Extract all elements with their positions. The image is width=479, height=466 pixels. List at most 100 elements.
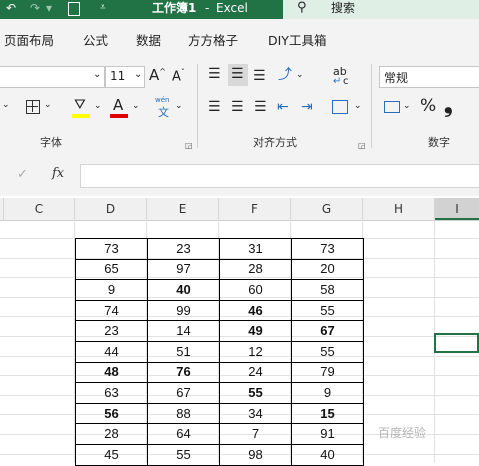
column-header-g[interactable]: G — [291, 198, 363, 220]
table-cell[interactable]: 12 — [219, 340, 292, 363]
increase-font-button[interactable]: A^ — [149, 66, 166, 84]
table-cell[interactable]: 64 — [147, 423, 220, 445]
undo-icon[interactable]: ↶ — [6, 0, 16, 16]
table-cell[interactable]: 91 — [291, 423, 364, 445]
font-dialog-launcher-icon[interactable]: ◲ — [185, 141, 193, 150]
table-cell[interactable]: 58 — [291, 279, 364, 301]
table-cell[interactable]: 49 — [219, 320, 292, 342]
table-cell[interactable]: 74 — [75, 299, 148, 322]
table-cell[interactable]: 14 — [147, 320, 220, 342]
enter-check-icon[interactable]: ✓ — [17, 167, 28, 182]
tab-diy-toolbox[interactable]: DIY工具箱 — [268, 30, 326, 49]
table-cell[interactable]: 15 — [291, 402, 364, 425]
accounting-format-button[interactable] — [384, 101, 400, 113]
fill-color-button[interactable]: ⛛ — [74, 97, 86, 113]
align-bottom-button[interactable]: ☰ — [253, 68, 266, 84]
chevron-down-icon[interactable]: ⌄ — [44, 100, 52, 110]
chevron-down-icon[interactable]: ⌄ — [132, 101, 140, 111]
font-name-dropdown[interactable]: ⌄ — [0, 66, 105, 88]
column-header-i[interactable]: I — [435, 198, 479, 220]
table-cell[interactable]: 44 — [75, 340, 148, 363]
table-row: 23 14 49 67 — [75, 320, 364, 342]
font-size-dropdown[interactable]: 11 ⌄ — [105, 66, 145, 88]
phonetic-guide-button[interactable]: 文 — [158, 104, 169, 120]
insert-function-button[interactable]: fx — [52, 166, 64, 181]
tab-page-layout[interactable]: 页面布局 — [4, 30, 54, 49]
table-cell[interactable]: 55 — [291, 340, 364, 363]
redo-dropdown-icon[interactable]: ▾ — [46, 0, 52, 16]
table-cell[interactable]: 51 — [147, 340, 220, 363]
tab-fangfang[interactable]: 方方格子 — [188, 30, 238, 49]
chevron-down-icon[interactable]: ⌄ — [2, 100, 10, 110]
merge-center-button[interactable] — [332, 100, 348, 114]
table-cell[interactable]: 98 — [219, 443, 292, 466]
table-cell[interactable]: 97 — [147, 258, 220, 281]
search-icon: ⚲ — [297, 0, 307, 15]
table-cell[interactable]: 23 — [147, 238, 220, 260]
table-cell[interactable]: 67 — [291, 320, 364, 342]
percent-button[interactable]: % — [420, 96, 436, 116]
align-center-button[interactable]: ☰ — [231, 99, 244, 115]
align-top-button[interactable]: ☰ — [208, 66, 221, 82]
decrease-font-button[interactable]: Aˇ — [172, 68, 185, 84]
table-cell[interactable]: 46 — [219, 299, 292, 322]
align-left-button[interactable]: ☰ — [208, 99, 221, 115]
formula-input[interactable] — [80, 164, 479, 188]
column-header-f[interactable]: F — [219, 198, 291, 220]
table-cell[interactable]: 45 — [75, 443, 148, 466]
file-icon[interactable] — [68, 2, 80, 16]
column-header-c[interactable]: C — [4, 198, 75, 220]
table-cell[interactable]: 67 — [147, 382, 220, 404]
number-format-dropdown[interactable]: 常规 — [379, 66, 479, 88]
table-cell[interactable]: 73 — [291, 238, 364, 260]
orientation-button[interactable]: ⤴ — [278, 64, 292, 84]
table-cell[interactable]: 48 — [75, 361, 148, 384]
table-cell[interactable]: 7 — [219, 423, 292, 445]
table-cell[interactable]: 40 — [291, 443, 364, 466]
chevron-down-icon[interactable]: ⌄ — [296, 70, 304, 80]
active-cell[interactable] — [434, 333, 479, 353]
align-right-button[interactable]: ☰ — [254, 99, 267, 115]
table-cell[interactable]: 79 — [291, 361, 364, 384]
chevron-down-icon[interactable]: ⌄ — [175, 101, 183, 111]
table-cell[interactable]: 55 — [291, 299, 364, 322]
chevron-down-icon[interactable]: ⌄ — [354, 101, 362, 111]
column-header-e[interactable]: E — [147, 198, 219, 220]
decrease-indent-button[interactable]: ⇤ — [277, 99, 289, 115]
table-cell[interactable]: 99 — [147, 299, 220, 322]
table-cell[interactable]: 88 — [147, 402, 220, 425]
table-cell[interactable]: 34 — [219, 402, 292, 425]
table-cell[interactable]: 23 — [75, 320, 148, 342]
table-cell[interactable]: 55 — [219, 382, 292, 404]
font-color-button[interactable]: A — [113, 96, 123, 114]
table-cell[interactable]: 31 — [219, 238, 292, 260]
table-cell[interactable]: 28 — [219, 258, 292, 281]
column-header-d[interactable]: D — [75, 198, 147, 220]
table-cell[interactable]: 73 — [75, 238, 148, 260]
comma-button[interactable]: ❟ — [444, 93, 453, 118]
table-cell[interactable]: 63 — [75, 382, 148, 404]
table-cell[interactable]: 76 — [147, 361, 220, 384]
tab-formulas[interactable]: 公式 — [83, 30, 108, 49]
table-cell[interactable]: 60 — [219, 279, 292, 301]
table-cell[interactable]: 40 — [147, 279, 220, 301]
table-cell[interactable]: 9 — [291, 382, 364, 404]
align-middle-button[interactable]: ☰ — [228, 64, 248, 86]
table-cell[interactable]: 28 — [75, 423, 148, 445]
borders-button[interactable] — [26, 100, 40, 114]
table-cell[interactable]: 9 — [75, 279, 148, 301]
alignment-dialog-launcher-icon[interactable]: ◲ — [358, 141, 366, 150]
table-cell[interactable]: 24 — [219, 361, 292, 384]
tab-data[interactable]: 数据 — [136, 30, 161, 49]
chevron-down-icon[interactable]: ⌄ — [94, 101, 102, 111]
customize-toolbar-icon[interactable]: ⩡ — [100, 0, 106, 16]
table-cell[interactable]: 65 — [75, 258, 148, 281]
table-cell[interactable]: 20 — [291, 258, 364, 281]
increase-indent-button[interactable]: ⇥ — [301, 99, 313, 115]
column-header-h[interactable]: H — [363, 198, 435, 220]
table-cell[interactable]: 55 — [147, 443, 220, 466]
redo-icon[interactable]: ↷ — [30, 0, 40, 16]
search-box[interactable]: ⚲ 搜索 — [283, 0, 479, 19]
table-cell[interactable]: 56 — [75, 402, 148, 425]
chevron-down-icon[interactable]: ⌄ — [403, 101, 411, 111]
